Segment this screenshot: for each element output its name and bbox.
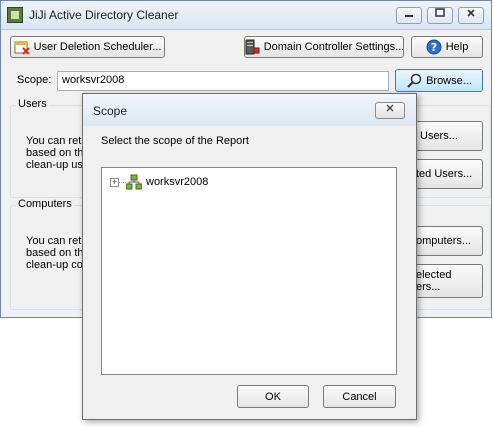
scope-tree[interactable]: + worksvr2008	[101, 167, 397, 375]
dialog-close-button[interactable]	[375, 102, 405, 119]
cancel-label: Cancel	[342, 390, 377, 403]
scope-input[interactable]: worksvr2008	[57, 71, 389, 91]
help-button[interactable]: ? Help	[411, 36, 483, 58]
cancel-button[interactable]: Cancel	[323, 385, 396, 408]
close-button[interactable]	[458, 7, 484, 24]
maximize-button[interactable]	[427, 7, 453, 24]
user-deletion-scheduler-label: User Deletion Scheduler...	[33, 41, 162, 53]
dialog-title: Scope	[93, 104, 128, 118]
help-label: Help	[445, 41, 469, 53]
app-icon	[7, 7, 23, 23]
minimize-icon	[405, 15, 413, 17]
network-domain-icon	[125, 174, 143, 190]
tree-item-worksvr2008[interactable]: worksvr2008	[146, 176, 208, 188]
close-icon	[386, 104, 394, 112]
dialog-titlebar[interactable]: Scope	[83, 94, 416, 126]
window-title: JiJi Active Directory Cleaner	[29, 8, 179, 22]
help-icon: ?	[426, 39, 442, 55]
computers-group-title: Computers	[16, 198, 74, 210]
scope-dialog: Scope Select the scope of the Report + w…	[82, 93, 417, 420]
dialog-prompt: Select the scope of the Report	[101, 135, 249, 147]
ok-button[interactable]: OK	[237, 385, 309, 408]
scope-label: Scope:	[17, 74, 52, 86]
tree-expander[interactable]: +	[110, 178, 119, 187]
close-icon	[467, 9, 475, 17]
domain-controller-settings-label: Domain Controller Settings...	[263, 41, 404, 53]
main-titlebar[interactable]: JiJi Active Directory Cleaner	[1, 1, 491, 30]
minimize-button[interactable]	[396, 7, 422, 24]
browse-label: Browse...	[426, 74, 472, 87]
magnifier-icon	[406, 73, 422, 89]
svg-text:?: ?	[430, 41, 436, 54]
users-group-title: Users	[16, 98, 49, 110]
server-icon	[245, 39, 260, 55]
maximize-icon	[435, 8, 445, 17]
browse-button[interactable]: Browse...	[395, 69, 483, 92]
tree-connector	[119, 182, 126, 183]
user-deletion-scheduler-button[interactable]: User Deletion Scheduler...	[10, 36, 165, 58]
scheduler-icon	[14, 39, 30, 55]
ok-label: OK	[265, 390, 281, 403]
domain-controller-settings-button[interactable]: Domain Controller Settings...	[244, 36, 404, 58]
